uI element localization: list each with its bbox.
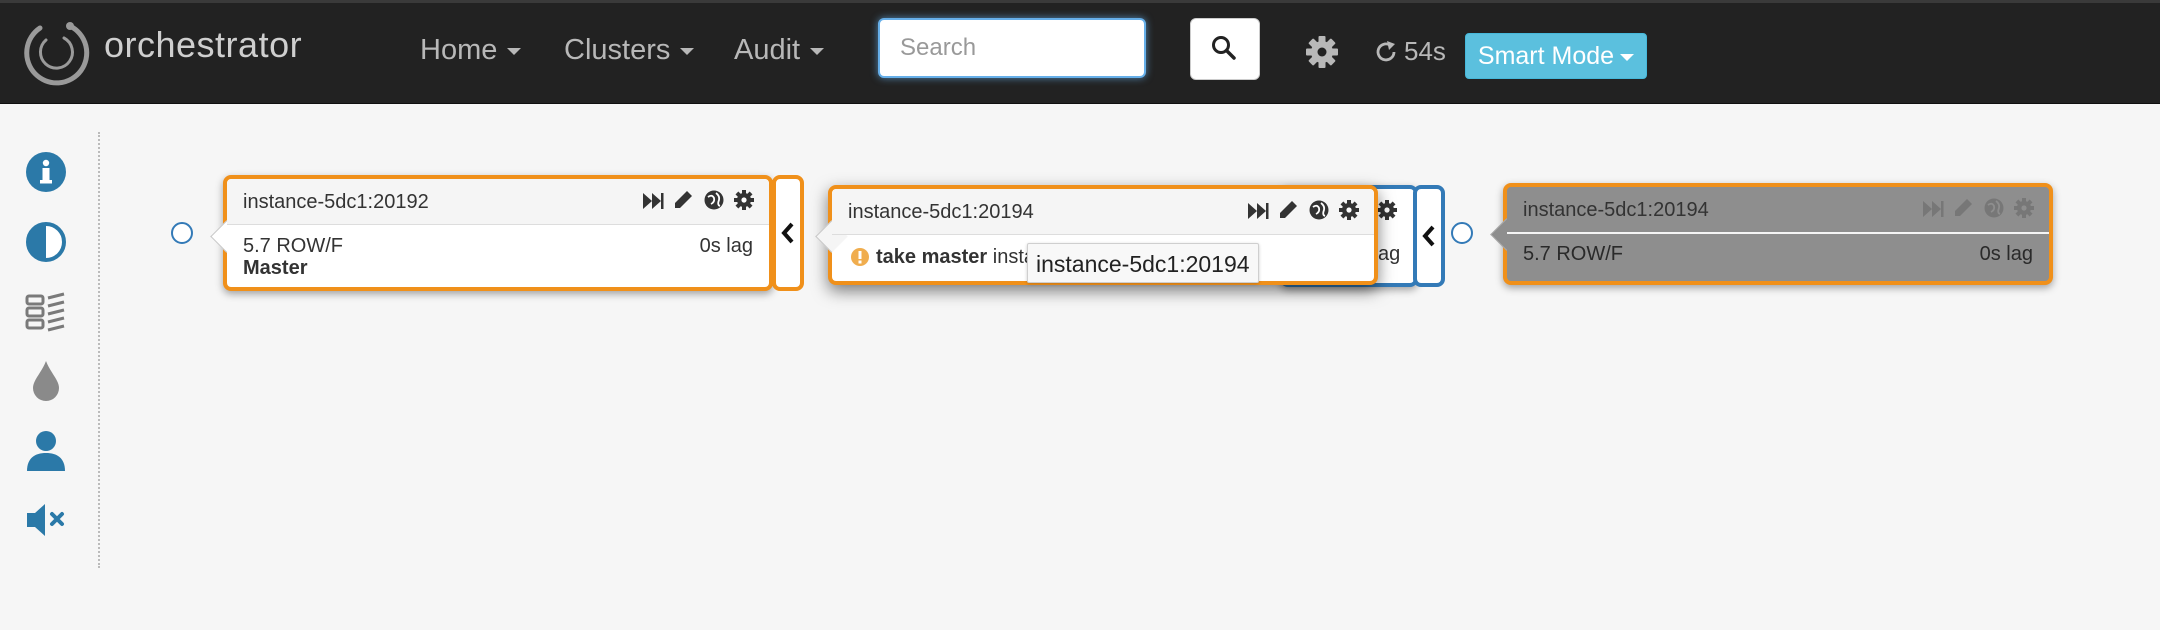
node-lag: 0s lag bbox=[699, 235, 753, 257]
node-lag: 0s lag bbox=[1979, 243, 2033, 265]
node-title[interactable]: instance-5dc1:20194 bbox=[848, 201, 1034, 224]
pencil-icon[interactable] bbox=[1952, 197, 1974, 219]
gear-icon[interactable] bbox=[2013, 197, 2035, 219]
user-icon[interactable] bbox=[24, 428, 68, 472]
database-icon[interactable] bbox=[24, 290, 68, 334]
info-icon[interactable] bbox=[24, 150, 68, 194]
warning-action: take master bbox=[876, 246, 988, 268]
nav-home-label: Home bbox=[420, 34, 498, 66]
pencil-icon[interactable] bbox=[1277, 199, 1299, 221]
node-connector[interactable] bbox=[171, 222, 193, 244]
collapse-toggle[interactable] bbox=[1413, 185, 1445, 287]
drop-icon[interactable] bbox=[24, 358, 68, 402]
gear-icon[interactable] bbox=[1338, 199, 1360, 221]
chevron-left-icon bbox=[1422, 225, 1435, 247]
smart-mode-label: Smart Mode bbox=[1477, 42, 1615, 70]
nav-clusters-label: Clusters bbox=[564, 34, 671, 66]
nav-audit-label: Audit bbox=[734, 34, 801, 66]
node-title[interactable]: instance-5dc1:20194 bbox=[1523, 199, 1709, 222]
instance-node-master[interactable]: instance-5dc1:20192 5.7 ROW/F 0s lag Mas… bbox=[210, 175, 773, 291]
navbar: orchestrator Home Clusters Audit 54s Sma… bbox=[0, 0, 2160, 104]
pencil-icon[interactable] bbox=[672, 189, 694, 211]
mute-icon[interactable] bbox=[24, 498, 68, 542]
refresh-icon bbox=[1376, 41, 1396, 62]
node-connector[interactable] bbox=[1451, 222, 1473, 244]
chevron-left-icon bbox=[781, 222, 794, 244]
tooltip: instance-5dc1:20194 bbox=[1027, 243, 1259, 283]
caret-down-icon bbox=[1620, 53, 1635, 61]
orchestrator-logo-icon[interactable] bbox=[20, 16, 92, 88]
refresh-countdown: 54s bbox=[1404, 36, 1446, 66]
instance-node-replica[interactable]: instance-5dc1:20194 5.7 ROW/F 0s lag bbox=[1490, 183, 2053, 285]
caret-down-icon bbox=[680, 47, 695, 55]
search-button[interactable] bbox=[1190, 18, 1260, 80]
node-title[interactable]: instance-5dc1:20192 bbox=[243, 191, 429, 214]
fast-forward-icon[interactable] bbox=[642, 191, 664, 211]
refresh-timer[interactable]: 54s bbox=[1374, 36, 1446, 67]
node-version: 5.7 ROW/F bbox=[243, 235, 344, 257]
node-warning: take master insta bbox=[876, 246, 1035, 269]
globe-icon[interactable] bbox=[1308, 199, 1330, 221]
fast-forward-icon[interactable] bbox=[1247, 201, 1269, 221]
caret-down-icon bbox=[507, 47, 522, 55]
sidebar-divider bbox=[98, 132, 100, 568]
contrast-icon[interactable] bbox=[24, 220, 68, 264]
globe-icon[interactable] bbox=[703, 189, 725, 211]
globe-icon[interactable] bbox=[1983, 197, 2005, 219]
fast-forward-icon[interactable] bbox=[1922, 199, 1944, 219]
nav-clusters[interactable]: Clusters bbox=[564, 34, 695, 67]
warning-icon bbox=[851, 248, 869, 266]
node-role: Master bbox=[243, 257, 308, 279]
search-input[interactable] bbox=[878, 18, 1146, 78]
node-lag-partial: ag bbox=[1378, 243, 1401, 265]
brand-title[interactable]: orchestrator bbox=[104, 24, 302, 66]
node-version: 5.7 ROW/F bbox=[1523, 243, 1624, 265]
smart-mode-button[interactable]: Smart Mode bbox=[1465, 33, 1647, 79]
nav-audit[interactable]: Audit bbox=[734, 34, 825, 67]
gear-icon[interactable] bbox=[1305, 35, 1339, 69]
collapse-toggle[interactable] bbox=[772, 175, 804, 291]
gear-icon bbox=[1377, 200, 1397, 220]
search-icon bbox=[1212, 36, 1236, 60]
nav-home[interactable]: Home bbox=[420, 34, 522, 67]
gear-icon[interactable] bbox=[733, 189, 755, 211]
caret-down-icon bbox=[810, 47, 825, 55]
